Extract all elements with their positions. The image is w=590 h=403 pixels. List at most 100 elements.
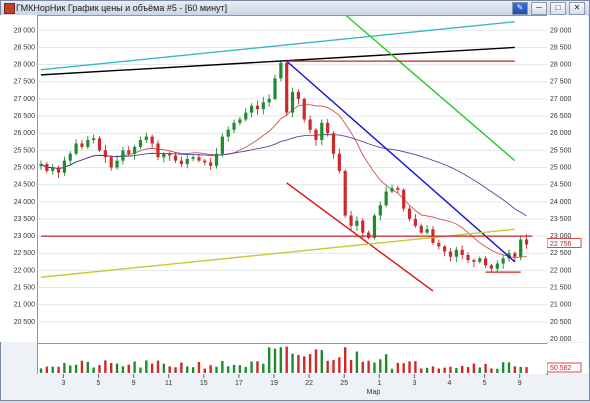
candle-body bbox=[302, 98, 306, 120]
close-button[interactable]: ✕ bbox=[569, 2, 585, 15]
candle bbox=[62, 156, 66, 176]
volume-bar bbox=[238, 365, 242, 373]
candle bbox=[326, 118, 330, 137]
candle-body bbox=[524, 239, 529, 245]
candle-body bbox=[179, 160, 183, 165]
title-bar[interactable]: ГМКНорНик График цены и объёма #5 - [60 … bbox=[1, 1, 589, 16]
right-axis-label: 23 500 bbox=[550, 216, 572, 223]
maximize-button[interactable]: □ bbox=[550, 2, 566, 15]
volume-bar bbox=[291, 353, 294, 373]
left-axis-label: 22 000 bbox=[14, 267, 36, 274]
candle-body bbox=[103, 150, 107, 158]
right-axis-label: 29 000 bbox=[550, 27, 572, 34]
volume-bar bbox=[320, 350, 323, 373]
volume-bar bbox=[344, 347, 347, 373]
candle bbox=[402, 188, 406, 212]
right-axis-label: 20 500 bbox=[550, 319, 572, 326]
candle-body bbox=[331, 133, 336, 154]
volume-bar bbox=[250, 361, 253, 373]
right-axis-label: 25 000 bbox=[550, 164, 572, 171]
x-tick-label: 11 bbox=[165, 380, 172, 387]
volume-bar bbox=[338, 357, 341, 373]
candle-body bbox=[308, 119, 312, 130]
volume-bar bbox=[443, 367, 446, 373]
candle bbox=[250, 103, 254, 118]
candle-body bbox=[80, 143, 84, 147]
candle-body bbox=[92, 138, 96, 141]
volume-bar bbox=[455, 368, 458, 373]
minimize-button[interactable]: ─ bbox=[531, 2, 547, 15]
candle-body bbox=[39, 164, 43, 167]
candle bbox=[302, 97, 306, 123]
candle-body bbox=[226, 129, 230, 137]
volume-bar bbox=[308, 354, 312, 373]
candle bbox=[209, 157, 213, 171]
x-tick-label: 15 bbox=[200, 380, 208, 387]
candle bbox=[273, 74, 277, 101]
right-axis-label: 27 000 bbox=[550, 96, 572, 103]
time-axis-svg: 3 5 9 11 15 17 19 22 25 1 3 4 5 9 Мар bbox=[61, 374, 522, 396]
volume-bar bbox=[121, 366, 125, 373]
candle-body bbox=[203, 160, 207, 163]
x-tick-label: 5 bbox=[97, 380, 101, 387]
candle-body bbox=[56, 167, 61, 173]
candle bbox=[454, 246, 458, 263]
candle-body bbox=[209, 162, 213, 166]
candle-body bbox=[232, 122, 236, 130]
volume-bar bbox=[51, 366, 54, 373]
volume-bar bbox=[115, 363, 119, 373]
candle bbox=[214, 148, 219, 169]
right-axis-label: 28 500 bbox=[550, 44, 572, 51]
candle-body bbox=[478, 258, 482, 262]
volume-bar bbox=[402, 363, 405, 373]
left-axis-svg: 29 500 29 000 28 500 28 000 27 500 27 000 26 5… bbox=[14, 10, 36, 326]
candle-body bbox=[261, 102, 265, 110]
volume-bar bbox=[256, 361, 259, 373]
volume-bar bbox=[162, 363, 166, 373]
volume-bar bbox=[92, 367, 95, 373]
volume-bar bbox=[262, 363, 265, 373]
volume-bar bbox=[174, 367, 177, 373]
volume-bar bbox=[431, 366, 435, 373]
candle-body bbox=[273, 78, 277, 99]
x-month-label: Мар bbox=[367, 389, 381, 396]
x-tick-label: 19 bbox=[270, 380, 278, 387]
volume-bar bbox=[186, 366, 189, 373]
candle-body bbox=[62, 160, 66, 173]
candle-body bbox=[361, 220, 365, 233]
volume-bar bbox=[63, 362, 66, 373]
volume-chart-svg bbox=[39, 346, 528, 373]
volume-bar bbox=[273, 348, 277, 373]
candle-body bbox=[472, 260, 476, 262]
candle-body bbox=[162, 153, 166, 158]
price-chart-svg bbox=[38, 9, 547, 323]
time-axis[interactable]: 3 5 9 11 15 17 19 22 25 1 3 4 5 9 Мар bbox=[37, 374, 546, 398]
edit-pencil-icon[interactable]: ✎ bbox=[512, 2, 528, 15]
candle bbox=[226, 126, 230, 142]
volume-bar bbox=[496, 368, 499, 373]
volume-plot-area[interactable] bbox=[37, 343, 548, 375]
candle-body bbox=[326, 122, 330, 134]
volume-bar bbox=[361, 361, 364, 373]
right-price-axis[interactable]: 29 000 28 500 28 000 27 500 27 000 26 500 26 0… bbox=[546, 15, 588, 343]
candle-body bbox=[390, 188, 394, 192]
candle-body bbox=[367, 232, 371, 238]
volume-bar bbox=[461, 365, 464, 373]
candle-body bbox=[244, 112, 248, 120]
candle bbox=[437, 239, 441, 250]
volume-bar bbox=[355, 351, 359, 373]
candle-body bbox=[495, 263, 499, 269]
candle bbox=[361, 218, 365, 238]
candle-body bbox=[349, 215, 353, 226]
volume-bar bbox=[425, 367, 429, 373]
candle bbox=[296, 89, 300, 105]
left-axis-label: 29 500 bbox=[14, 15, 36, 17]
candle bbox=[144, 132, 148, 143]
candle bbox=[413, 214, 417, 228]
candle bbox=[308, 115, 312, 134]
candle-body bbox=[86, 140, 90, 147]
left-axis-label: 28 500 bbox=[14, 44, 36, 51]
candle bbox=[51, 164, 55, 175]
volume-bar bbox=[490, 368, 493, 373]
price-plot-area[interactable] bbox=[37, 9, 548, 344]
